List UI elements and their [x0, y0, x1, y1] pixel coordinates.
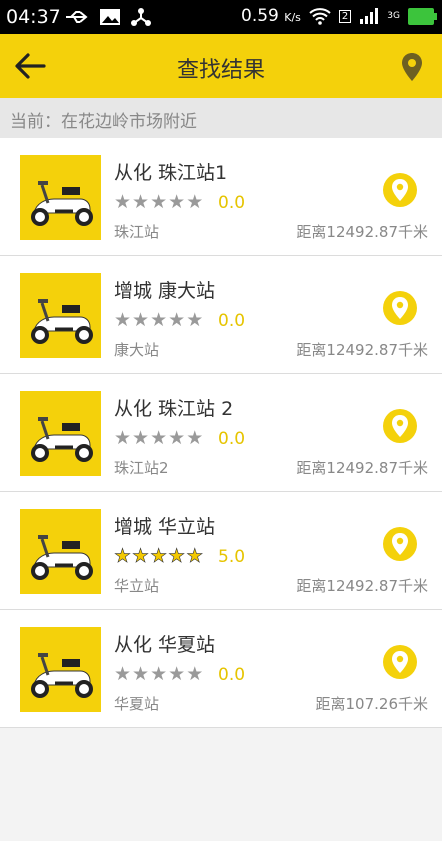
navigate-pin-icon[interactable] — [382, 290, 418, 326]
star-icon: ★ — [114, 545, 132, 567]
current-location-bar: 当前：在花边岭市场附近 — [0, 98, 442, 138]
battery-icon — [408, 7, 437, 25]
current-location-text: 当前：在花边岭市场附近 — [10, 112, 197, 132]
station-row[interactable]: 增城 华立站 ★ ★ ★ ★ ★ 5.0 华立站 距离12492.87千米 — [0, 492, 442, 610]
station-address: 华立站 — [114, 577, 160, 595]
sim-indicator: 2 — [338, 9, 352, 23]
star-icon: ★ — [150, 309, 168, 331]
station-address: 珠江站 — [114, 223, 160, 241]
status-notification-icons — [64, 7, 152, 27]
scooter-icon — [31, 535, 93, 580]
star-icon: ★ — [186, 309, 204, 331]
scooter-thumbnail — [20, 155, 101, 240]
star-icon: ★ — [132, 427, 150, 449]
navigate-pin-icon[interactable] — [382, 526, 418, 562]
scooter-icon — [31, 299, 93, 344]
star-icon: ★ — [150, 427, 168, 449]
star-icon: ★ — [168, 191, 186, 213]
station-name: 从化 珠江站1 — [114, 162, 228, 184]
usb-icon — [66, 11, 88, 23]
star-icon: ★ — [168, 663, 186, 685]
star-icon: ★ — [132, 545, 150, 567]
rating-value: 0.0 — [218, 311, 246, 331]
star-icon: ★ — [150, 545, 168, 567]
share-icon — [131, 8, 151, 26]
scooter-thumbnail — [20, 627, 101, 712]
star-rating: ★ ★ ★ ★ ★ — [114, 428, 203, 448]
station-row[interactable]: 从化 珠江站1 ★ ★ ★ ★ ★ 0.0 珠江站 距离12492.87千米 — [0, 138, 442, 256]
image-icon — [100, 9, 120, 25]
rating-value: 0.0 — [218, 193, 246, 213]
navigate-pin-icon[interactable] — [382, 644, 418, 680]
location-pin-icon[interactable] — [400, 52, 424, 82]
star-icon: ★ — [168, 545, 186, 567]
star-icon: ★ — [186, 545, 204, 567]
star-icon: ★ — [132, 663, 150, 685]
network-speed: 0.59 K/s — [241, 6, 301, 26]
scooter-thumbnail — [20, 391, 101, 476]
rating-value: 0.0 — [218, 429, 246, 449]
star-icon: ★ — [168, 427, 186, 449]
star-icon: ★ — [114, 427, 132, 449]
wifi-icon — [309, 8, 331, 25]
star-icon: ★ — [168, 309, 186, 331]
station-distance: 距离107.26千米 — [315, 695, 429, 713]
navigate-pin-icon[interactable] — [382, 408, 418, 444]
status-bar: 04:37 0.59 K/s 2 3G — [0, 0, 442, 34]
star-rating: ★ ★ ★ ★ ★ — [114, 664, 203, 684]
app-bar: 查找结果 — [0, 34, 442, 98]
star-icon: ★ — [132, 309, 150, 331]
station-row[interactable]: 从化 珠江站 2 ★ ★ ★ ★ ★ 0.0 珠江站2 距离12492.87千米 — [0, 374, 442, 492]
station-address: 康大站 — [114, 341, 160, 359]
station-list: 从化 珠江站1 ★ ★ ★ ★ ★ 0.0 珠江站 距离12492.87千米 增城 康大… — [0, 138, 442, 728]
status-system-icons: 0.59 K/s 2 3G — [241, 6, 437, 26]
navigate-pin-icon[interactable] — [382, 172, 418, 208]
station-distance: 距离12492.87千米 — [296, 459, 428, 477]
star-icon: ★ — [186, 427, 204, 449]
star-icon: ★ — [186, 663, 204, 685]
star-icon: ★ — [114, 309, 132, 331]
rating-value: 5.0 — [218, 547, 246, 567]
star-rating: ★ ★ ★ ★ ★ — [114, 192, 203, 212]
station-row[interactable]: 从化 华夏站 ★ ★ ★ ★ ★ 0.0 华夏站 距离107.26千米 — [0, 610, 442, 728]
page-title: 查找结果 — [176, 58, 265, 83]
station-name: 增城 康大站 — [114, 280, 216, 302]
station-row[interactable]: 增城 康大站 ★ ★ ★ ★ ★ 0.0 康大站 距离12492.87千米 — [0, 256, 442, 374]
scooter-icon — [31, 181, 93, 226]
star-icon: ★ — [114, 663, 132, 685]
network-type: 3G — [387, 11, 400, 21]
station-address: 华夏站 — [114, 695, 160, 713]
scooter-thumbnail — [20, 273, 101, 358]
station-distance: 距离12492.87千米 — [296, 341, 428, 359]
station-name: 从化 华夏站 — [114, 634, 216, 656]
station-distance: 距离12492.87千米 — [296, 223, 428, 241]
star-icon: ★ — [132, 191, 150, 213]
station-name: 从化 珠江站 2 — [114, 398, 234, 420]
star-icon: ★ — [186, 191, 204, 213]
scooter-thumbnail — [20, 509, 101, 594]
star-rating: ★ ★ ★ ★ ★ — [114, 545, 204, 567]
star-rating: ★ ★ ★ ★ ★ — [114, 310, 203, 330]
star-icon: ★ — [150, 663, 168, 685]
scooter-icon — [31, 417, 93, 462]
station-distance: 距离12492.87千米 — [296, 577, 428, 595]
rating-value: 0.0 — [218, 665, 246, 685]
signal-icon — [360, 8, 379, 24]
star-icon: ★ — [150, 191, 168, 213]
scooter-icon — [31, 653, 93, 698]
station-address: 珠江站2 — [114, 459, 169, 477]
star-icon: ★ — [114, 191, 132, 213]
status-time: 04:37 — [6, 6, 61, 28]
station-name: 增城 华立站 — [114, 516, 216, 538]
